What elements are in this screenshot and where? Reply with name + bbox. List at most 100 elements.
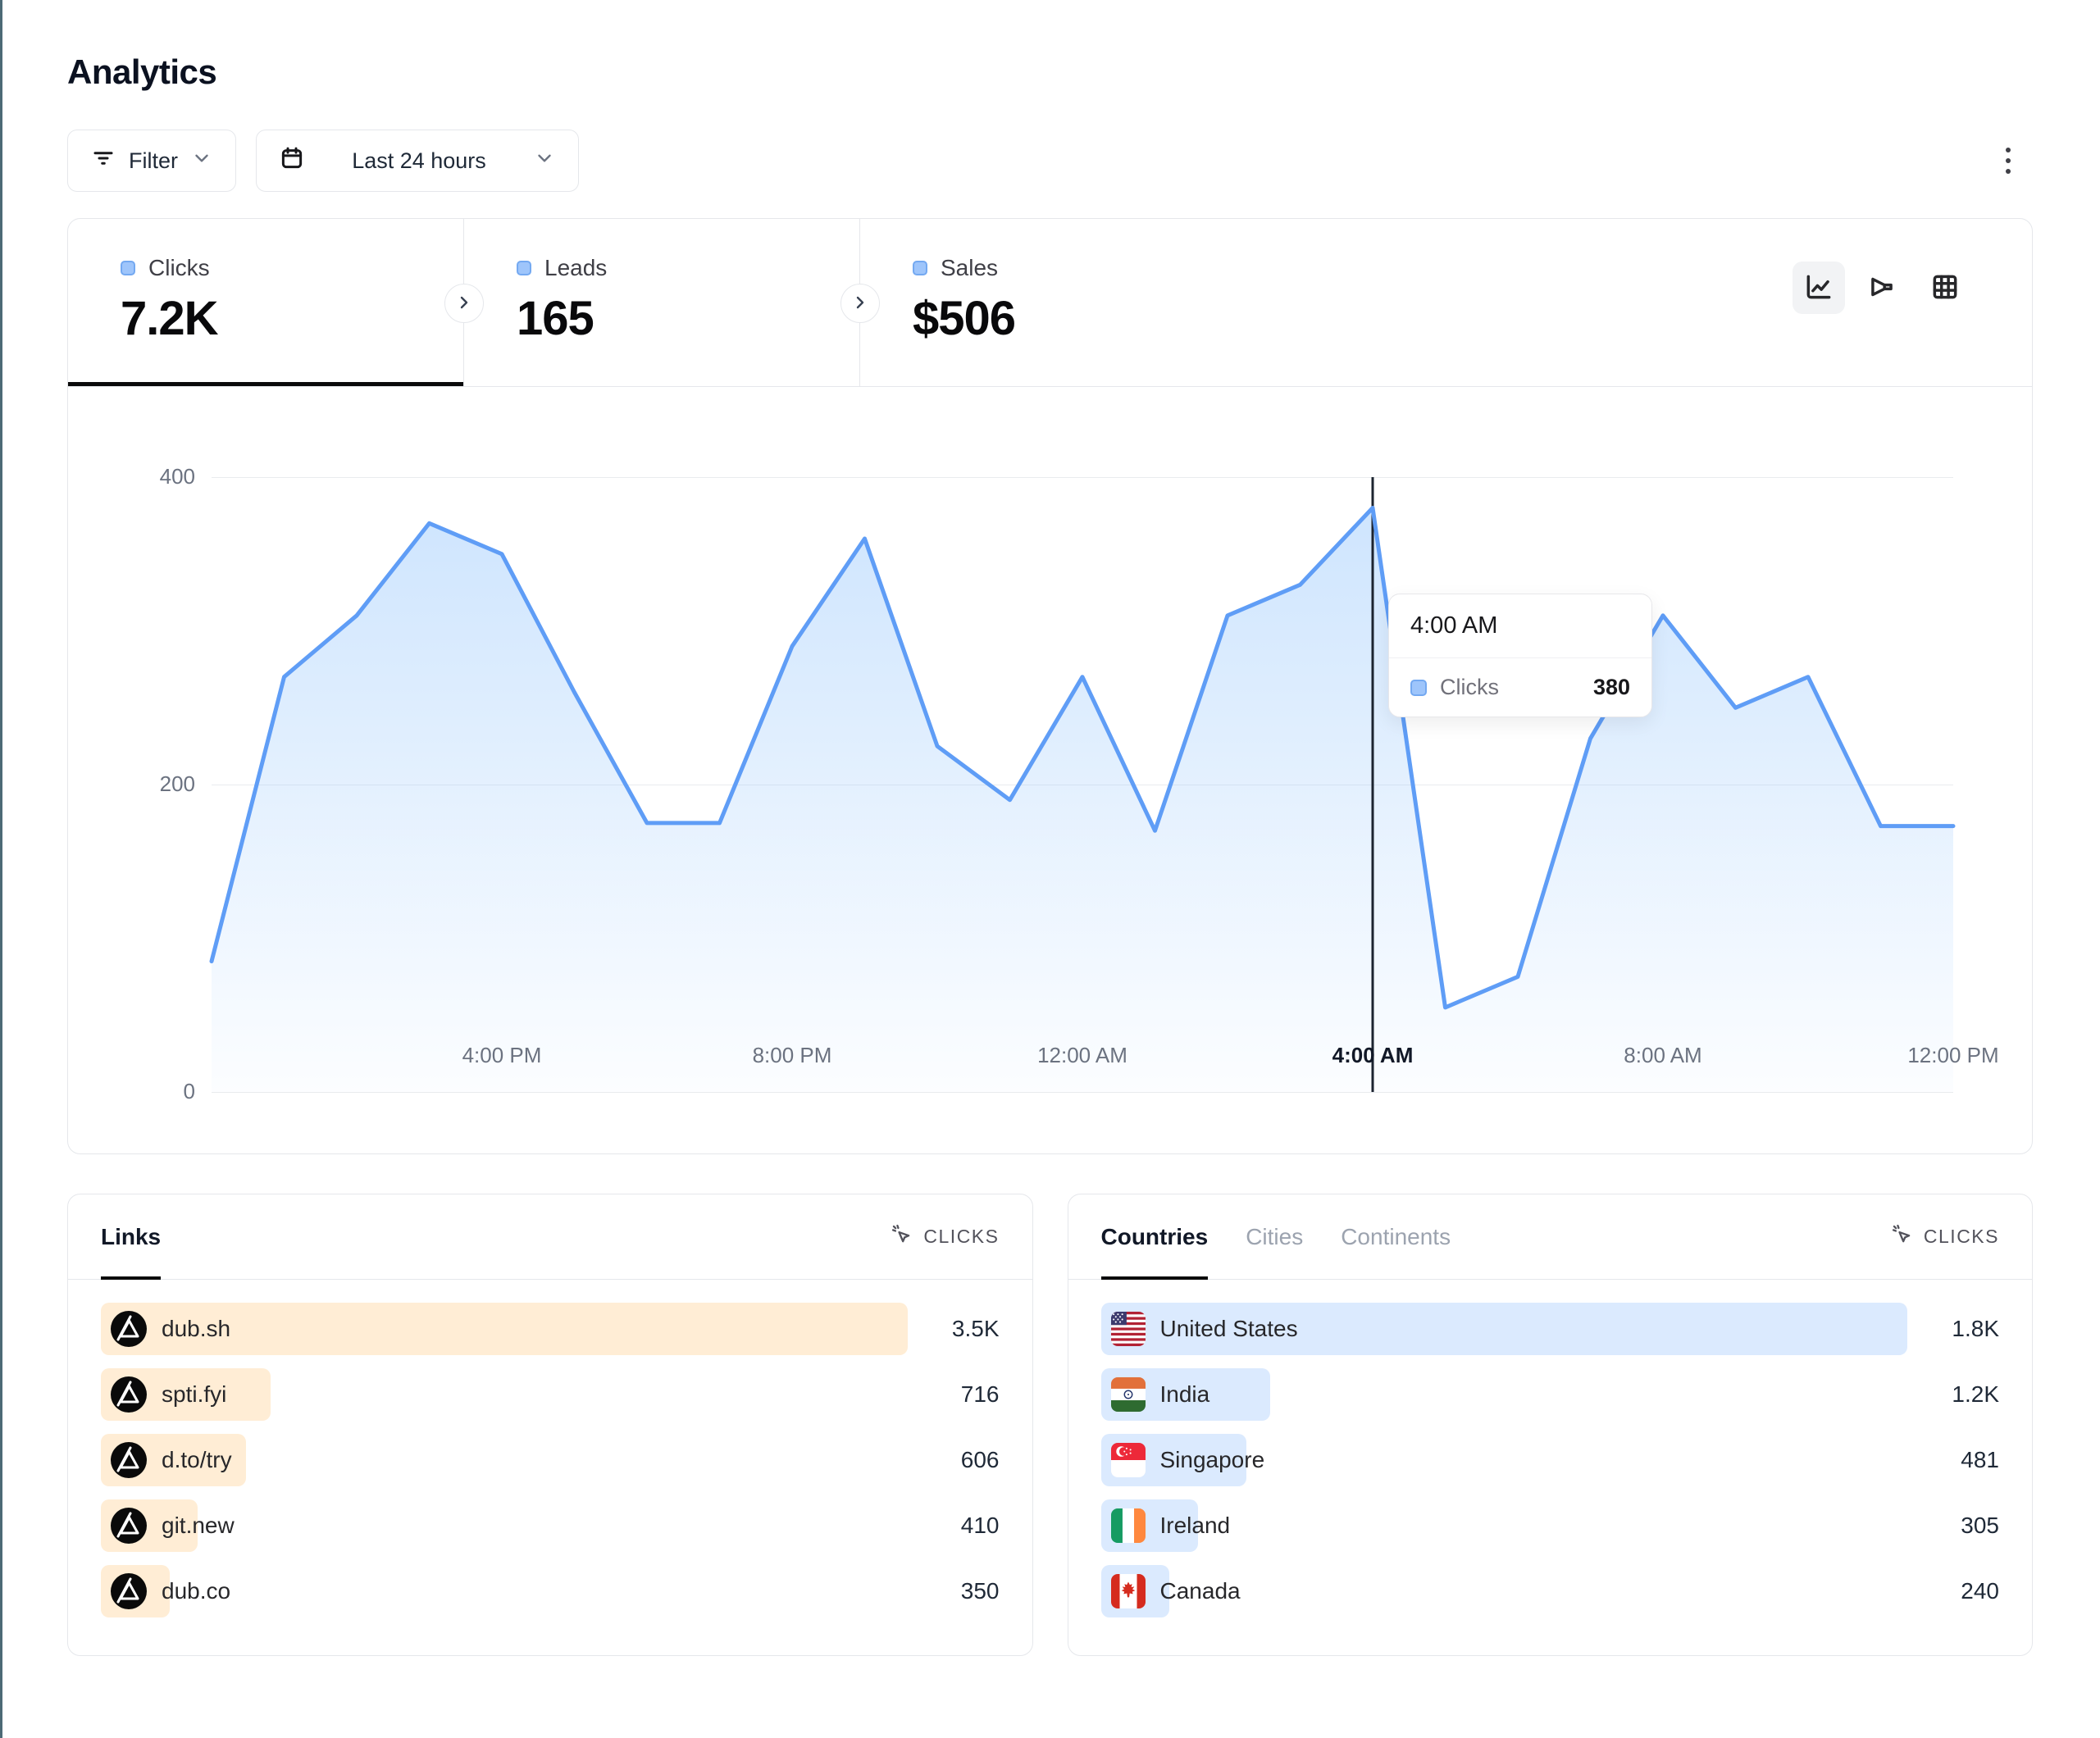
chevron-right-icon: [850, 293, 870, 315]
bar-area: United States: [1101, 1303, 1908, 1355]
countries-panel: Countries Cities Continents CLICKS Unite…: [1068, 1194, 2034, 1656]
row-value: 716: [924, 1381, 1000, 1408]
analytics-page: Analytics Filter Last 24 hours: [2, 0, 2100, 1713]
more-options-button[interactable]: [1984, 136, 2033, 185]
country-row[interactable]: Ireland 305: [1101, 1499, 2000, 1552]
tab-leads[interactable]: Leads 165: [464, 219, 860, 386]
chevron-down-icon: [534, 148, 555, 175]
funnel-view-button[interactable]: [1856, 262, 1908, 314]
leads-legend-swatch: [517, 261, 531, 275]
bar-area: India: [1101, 1368, 1908, 1421]
table-view-button[interactable]: [1919, 262, 1971, 314]
date-range-label: Last 24 hours: [317, 148, 521, 174]
flag-sg-icon: [1111, 1443, 1146, 1477]
expand-leads-button[interactable]: [840, 284, 880, 323]
row-label: India: [1160, 1381, 1210, 1408]
chart-tooltip: 4:00 AM Clicks 380: [1388, 594, 1652, 717]
row-value: 3.5K: [924, 1316, 1000, 1342]
x-tick-label: 12:00 PM: [1907, 1043, 1998, 1068]
tooltip-series-value: 380: [1593, 675, 1630, 700]
row-value: 1.8K: [1924, 1316, 1999, 1342]
row-value: 410: [924, 1513, 1000, 1539]
calendar-icon: [280, 146, 304, 176]
links-panel: Links CLICKS dub.sh 3.5K spti.fyi 716 d.to/t…: [67, 1194, 1033, 1656]
filter-button[interactable]: Filter: [67, 130, 236, 192]
row-label: dub.co: [162, 1578, 230, 1604]
row-value: 606: [924, 1447, 1000, 1473]
date-range-button[interactable]: Last 24 hours: [256, 130, 579, 192]
page-title: Analytics: [67, 52, 2033, 92]
metric-label: CLICKS: [923, 1226, 999, 1248]
tab-clicks[interactable]: Clicks 7.2K: [68, 219, 464, 386]
dub-favicon-icon: [111, 1376, 147, 1413]
x-tick-label: 4:00 PM: [462, 1043, 542, 1068]
row-label: Singapore: [1160, 1447, 1265, 1473]
link-row[interactable]: spti.fyi 716: [101, 1368, 1000, 1421]
tab-continents[interactable]: Continents: [1341, 1194, 1451, 1279]
cursor-click-icon: [1891, 1223, 1914, 1251]
bar-area: spti.fyi: [101, 1368, 908, 1421]
flag-in-icon: [1111, 1377, 1146, 1412]
chevron-right-icon: [454, 293, 474, 315]
link-row[interactable]: dub.sh 3.5K: [101, 1303, 1000, 1355]
area-chart-plot[interactable]: [212, 477, 1953, 1092]
row-label: dub.sh: [162, 1316, 230, 1342]
line-chart-icon: [1803, 271, 1834, 305]
country-row[interactable]: Canada240: [1101, 1565, 2000, 1617]
bar-area: Ireland: [1101, 1499, 1908, 1552]
flag-ca-icon: [1111, 1574, 1146, 1608]
kebab-menu-icon: [2006, 148, 2011, 152]
row-label: d.to/try: [162, 1447, 232, 1473]
x-tick-label: 8:00 AM: [1624, 1043, 1701, 1068]
bar-area: Singapore: [1101, 1434, 1908, 1486]
row-value: 481: [1924, 1447, 1999, 1473]
tab-countries[interactable]: Countries: [1101, 1194, 1209, 1279]
filter-button-label: Filter: [129, 148, 178, 174]
country-row[interactable]: United States 1.8K: [1101, 1303, 2000, 1355]
expand-clicks-button[interactable]: [444, 284, 484, 323]
filter-icon: [91, 146, 116, 176]
bar-area: d.to/try: [101, 1434, 908, 1486]
line-chart-view-button[interactable]: [1793, 262, 1845, 314]
y-tick-label: 0: [101, 1079, 195, 1104]
bar-area: git.new: [101, 1499, 908, 1552]
clicks-legend-swatch: [121, 261, 135, 275]
bar-area: dub.sh: [101, 1303, 908, 1355]
row-value: 305: [1924, 1513, 1999, 1539]
links-list: dub.sh 3.5K spti.fyi 716 d.to/try 606 git.new 4…: [68, 1280, 1032, 1655]
x-tick-label: 8:00 PM: [753, 1043, 832, 1068]
countries-metric[interactable]: CLICKS: [1891, 1223, 1999, 1251]
stat-label: Clicks: [148, 255, 210, 281]
x-tick-label: 12:00 AM: [1037, 1043, 1127, 1068]
chart-view-switcher: [1793, 262, 1971, 314]
flag-ie-icon: [1111, 1508, 1146, 1543]
cursor-click-icon: [891, 1223, 913, 1251]
metric-label: CLICKS: [1924, 1226, 1999, 1248]
tooltip-series-swatch: [1410, 680, 1427, 696]
link-row[interactable]: d.to/try 606: [101, 1434, 1000, 1486]
analytics-card: Clicks 7.2K Leads 165 Sales $506: [67, 218, 2033, 1154]
flag-us-icon: [1111, 1312, 1146, 1346]
row-label: Canada: [1160, 1578, 1241, 1604]
chevron-down-icon: [191, 148, 212, 175]
dub-favicon-icon: [111, 1442, 147, 1478]
y-tick-label: 400: [101, 464, 195, 489]
tooltip-series-name: Clicks: [1440, 675, 1499, 700]
tab-links[interactable]: Links: [101, 1194, 161, 1279]
tab-cities[interactable]: Cities: [1246, 1194, 1303, 1279]
country-row[interactable]: India1.2K: [1101, 1368, 2000, 1421]
links-metric[interactable]: CLICKS: [891, 1223, 999, 1251]
clicks-timeseries-chart[interactable]: 4002000 4:00 PM8:00 PM12:00 AM4:00 AM8:0…: [68, 387, 2032, 1153]
x-tick-label: 4:00 AM: [1332, 1043, 1414, 1068]
bar-area: dub.co: [101, 1565, 908, 1617]
link-row[interactable]: git.new 410: [101, 1499, 1000, 1552]
stats-tabs: Clicks 7.2K Leads 165 Sales $506: [68, 219, 2032, 387]
country-row[interactable]: Singapore 481: [1101, 1434, 2000, 1486]
row-label: Ireland: [1160, 1513, 1231, 1539]
stat-value: 7.2K: [121, 291, 463, 346]
sales-legend-swatch: [913, 261, 927, 275]
row-label: spti.fyi: [162, 1381, 226, 1408]
breakdown-panels: Links CLICKS dub.sh 3.5K spti.fyi 716 d.to/t…: [67, 1194, 2033, 1656]
link-row[interactable]: dub.co350: [101, 1565, 1000, 1617]
grid-icon: [1929, 271, 1961, 305]
